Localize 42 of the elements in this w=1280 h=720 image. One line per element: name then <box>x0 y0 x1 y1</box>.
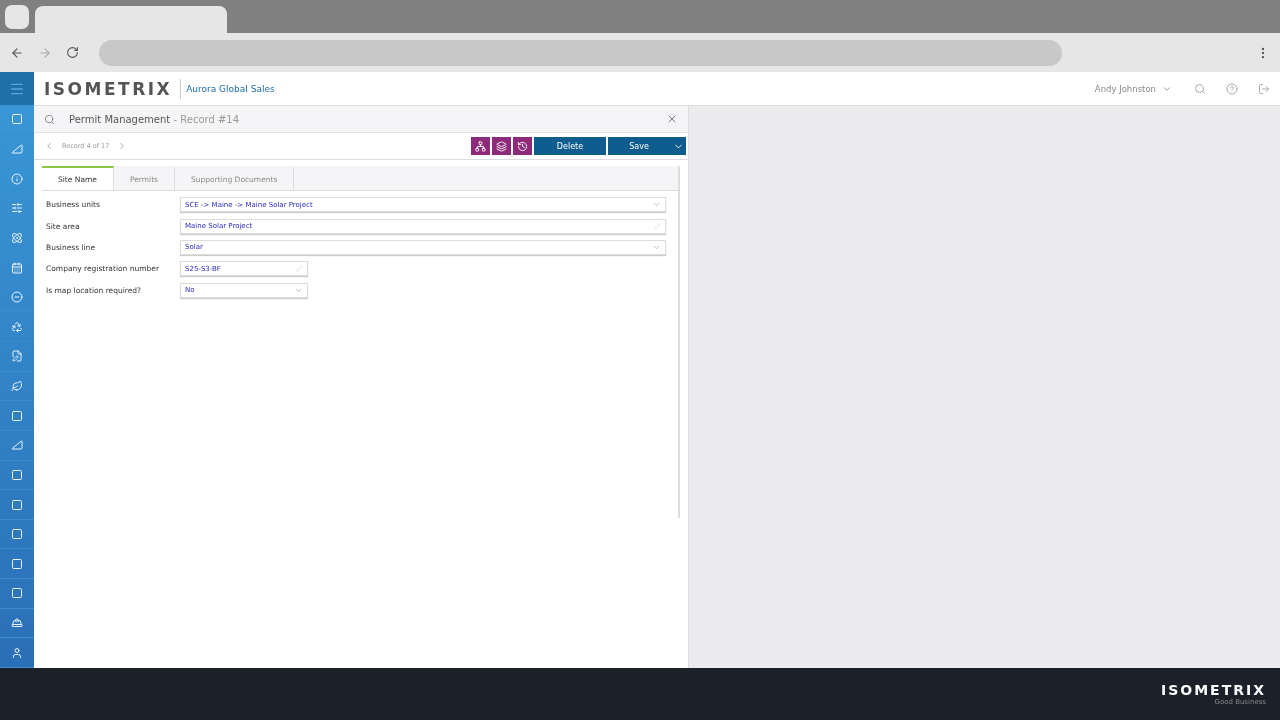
logout-icon[interactable] <box>1258 82 1270 95</box>
action-button[interactable]: Delete <box>534 137 606 155</box>
nav-icon[interactable] <box>11 380 23 393</box>
company-name: Aurora Global Sales <box>186 83 275 94</box>
forward-icon[interactable] <box>38 45 52 60</box>
nav-icon[interactable] <box>11 587 23 600</box>
nav-icon[interactable] <box>11 320 23 333</box>
window-button[interactable] <box>5 4 29 29</box>
nav-icon[interactable] <box>11 143 23 156</box>
nav-icon[interactable] <box>11 646 23 659</box>
record-title: Permit Management - Record #14 <box>69 113 240 125</box>
previous-icon[interactable] <box>44 141 54 151</box>
nav-icon[interactable] <box>11 409 23 422</box>
pencil-icon <box>654 222 661 230</box>
nav-icon[interactable] <box>11 498 23 511</box>
nav-icon[interactable] <box>11 557 23 570</box>
nav-icon[interactable] <box>11 350 23 363</box>
nav-icon[interactable] <box>11 113 23 126</box>
back-icon[interactable] <box>10 45 24 60</box>
hierarchy-button[interactable] <box>471 137 490 155</box>
search-icon[interactable] <box>44 113 55 125</box>
help-icon[interactable] <box>1226 82 1238 95</box>
nav-icon[interactable] <box>11 231 23 244</box>
action-button[interactable]: Save <box>608 137 670 155</box>
nav-icon[interactable] <box>11 439 23 452</box>
history-button[interactable] <box>513 137 532 155</box>
user-menu[interactable]: Andy Johnston <box>1094 83 1156 94</box>
reload-icon[interactable] <box>66 46 79 59</box>
nav-icon[interactable] <box>11 617 23 630</box>
nav-icon[interactable] <box>11 172 23 185</box>
logo: ISOMETRIX <box>44 78 182 99</box>
nav-icon[interactable] <box>11 202 23 215</box>
close-icon[interactable] <box>666 113 678 125</box>
nav-icon[interactable] <box>11 291 23 304</box>
nav-icon[interactable] <box>11 528 23 541</box>
dropdown-button[interactable] <box>670 137 686 155</box>
footer-logo: ISOMETRIX <box>1160 682 1266 698</box>
search-icon[interactable] <box>1194 82 1206 95</box>
nav-icon[interactable] <box>11 261 23 274</box>
nav-icon[interactable] <box>11 468 23 481</box>
pencil-icon <box>296 265 303 273</box>
layers-button[interactable] <box>492 137 511 155</box>
